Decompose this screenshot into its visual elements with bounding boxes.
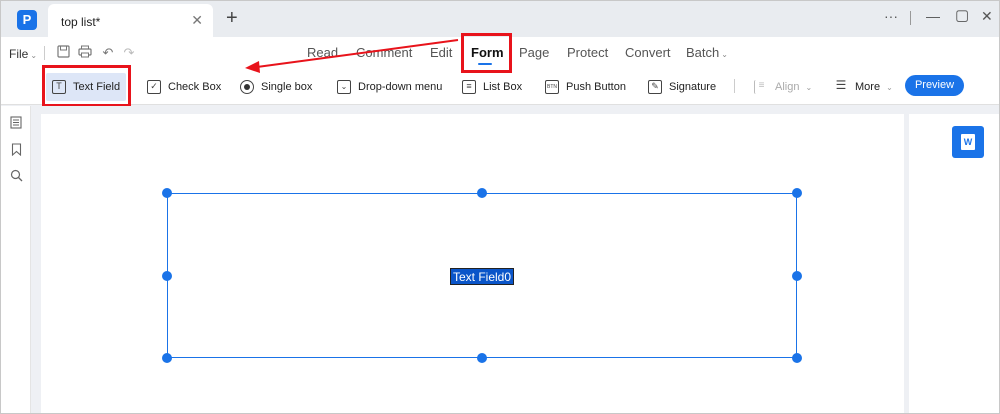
chevron-down-icon: ⌄ (721, 50, 728, 59)
push-button-label: Push Button (566, 81, 626, 93)
check-box-button[interactable]: ✓ Check Box (141, 73, 227, 101)
signature-button[interactable]: ✎ Signature (642, 73, 722, 101)
app-window: P top list* ✕ + ··· — ▢ ✕ File ⌄ ↶ ↷ Read… (0, 0, 1000, 414)
preview-button[interactable]: Preview (905, 75, 964, 96)
maximize-button[interactable]: ▢ (955, 6, 969, 24)
minimize-button[interactable]: — (926, 8, 940, 24)
dropdown-menu-label: Drop-down menu (358, 81, 443, 93)
dropdown-menu-button[interactable]: ⌄ Drop-down menu (331, 73, 448, 101)
search-icon[interactable] (9, 169, 23, 183)
tab-batch-label: Batch (686, 45, 720, 60)
align-label: Align (775, 81, 800, 93)
resize-handle[interactable] (162, 188, 172, 198)
document-tab[interactable]: top list* ✕ (48, 4, 213, 37)
text-field-name-label[interactable]: Text Field0 (450, 268, 515, 285)
more-button[interactable]: ☰ More ⌄ (828, 73, 899, 101)
tab-comment[interactable]: Comment (356, 45, 412, 60)
bookmark-icon[interactable] (9, 143, 23, 157)
align-button[interactable]: ≡ Align ⌄ (748, 73, 818, 101)
chevron-down-icon: ⌄ (30, 51, 38, 60)
list-box-label: List Box (483, 81, 523, 93)
tab-protect[interactable]: Protect (567, 45, 608, 60)
title-bar: P top list* ✕ + ··· — ▢ ✕ (1, 1, 999, 37)
resize-handle[interactable] (162, 271, 172, 281)
toolbar-divider (734, 79, 735, 93)
tab-convert[interactable]: Convert (625, 45, 671, 60)
menu-divider (44, 46, 45, 60)
signature-label: Signature (669, 81, 717, 93)
align-icon: ≡ (754, 80, 768, 94)
radio-icon (240, 80, 254, 94)
text-field-highlight (42, 65, 131, 107)
close-tab-icon[interactable]: ✕ (191, 12, 203, 29)
resize-handle[interactable] (477, 188, 487, 198)
tab-page[interactable]: Page (519, 45, 549, 60)
check-box-label: Check Box (168, 81, 222, 93)
resize-handle[interactable] (792, 188, 802, 198)
app-logo-icon: P (17, 10, 37, 30)
left-sidebar (1, 106, 31, 413)
checkbox-icon: ✓ (147, 80, 161, 94)
tab-edit[interactable]: Edit (430, 45, 452, 60)
file-menu-label: File (9, 47, 29, 61)
single-box-label: Single box (261, 81, 313, 93)
thumbnails-icon[interactable] (9, 116, 23, 130)
convert-to-word-button[interactable]: W (952, 126, 984, 158)
file-menu[interactable]: File ⌄ (9, 47, 37, 61)
redo-icon[interactable]: ↷ (121, 45, 137, 61)
pen-icon: ✎ (648, 80, 662, 94)
new-tab-button[interactable]: + (226, 7, 238, 30)
save-icon[interactable] (55, 45, 71, 61)
form-toolbar: T Text Field ✓ Check Box Single box ⌄ Dr… (1, 69, 999, 105)
dropdown-icon: ⌄ (337, 80, 351, 94)
list-box-icon: ≡ (462, 80, 476, 94)
document-tab-title: top list* (61, 15, 101, 29)
resize-handle[interactable] (162, 353, 172, 363)
close-window-button[interactable]: ✕ (981, 8, 993, 25)
undo-icon[interactable]: ↶ (100, 45, 116, 61)
form-tab-highlight (461, 33, 512, 73)
right-panel (909, 114, 999, 413)
word-document-icon: W (961, 134, 975, 150)
list-box-button[interactable]: ≡ List Box (456, 73, 528, 101)
more-list-icon: ☰ (835, 78, 847, 92)
more-label: More (855, 81, 881, 93)
chevron-down-icon: ⌄ (805, 82, 813, 92)
tab-read[interactable]: Read (307, 45, 338, 60)
single-box-button[interactable]: Single box (234, 73, 318, 101)
tab-batch[interactable]: Batch ⌄ (686, 45, 728, 60)
resize-handle[interactable] (792, 353, 802, 363)
chevron-down-icon: ⌄ (886, 82, 893, 92)
titlebar-divider (910, 11, 911, 25)
print-icon[interactable] (77, 45, 93, 61)
push-button-button[interactable]: BTN Push Button (539, 73, 632, 101)
resize-handle[interactable] (477, 353, 487, 363)
more-options-icon[interactable]: ··· (884, 8, 898, 24)
resize-handle[interactable] (792, 271, 802, 281)
push-button-icon: BTN (545, 80, 559, 94)
